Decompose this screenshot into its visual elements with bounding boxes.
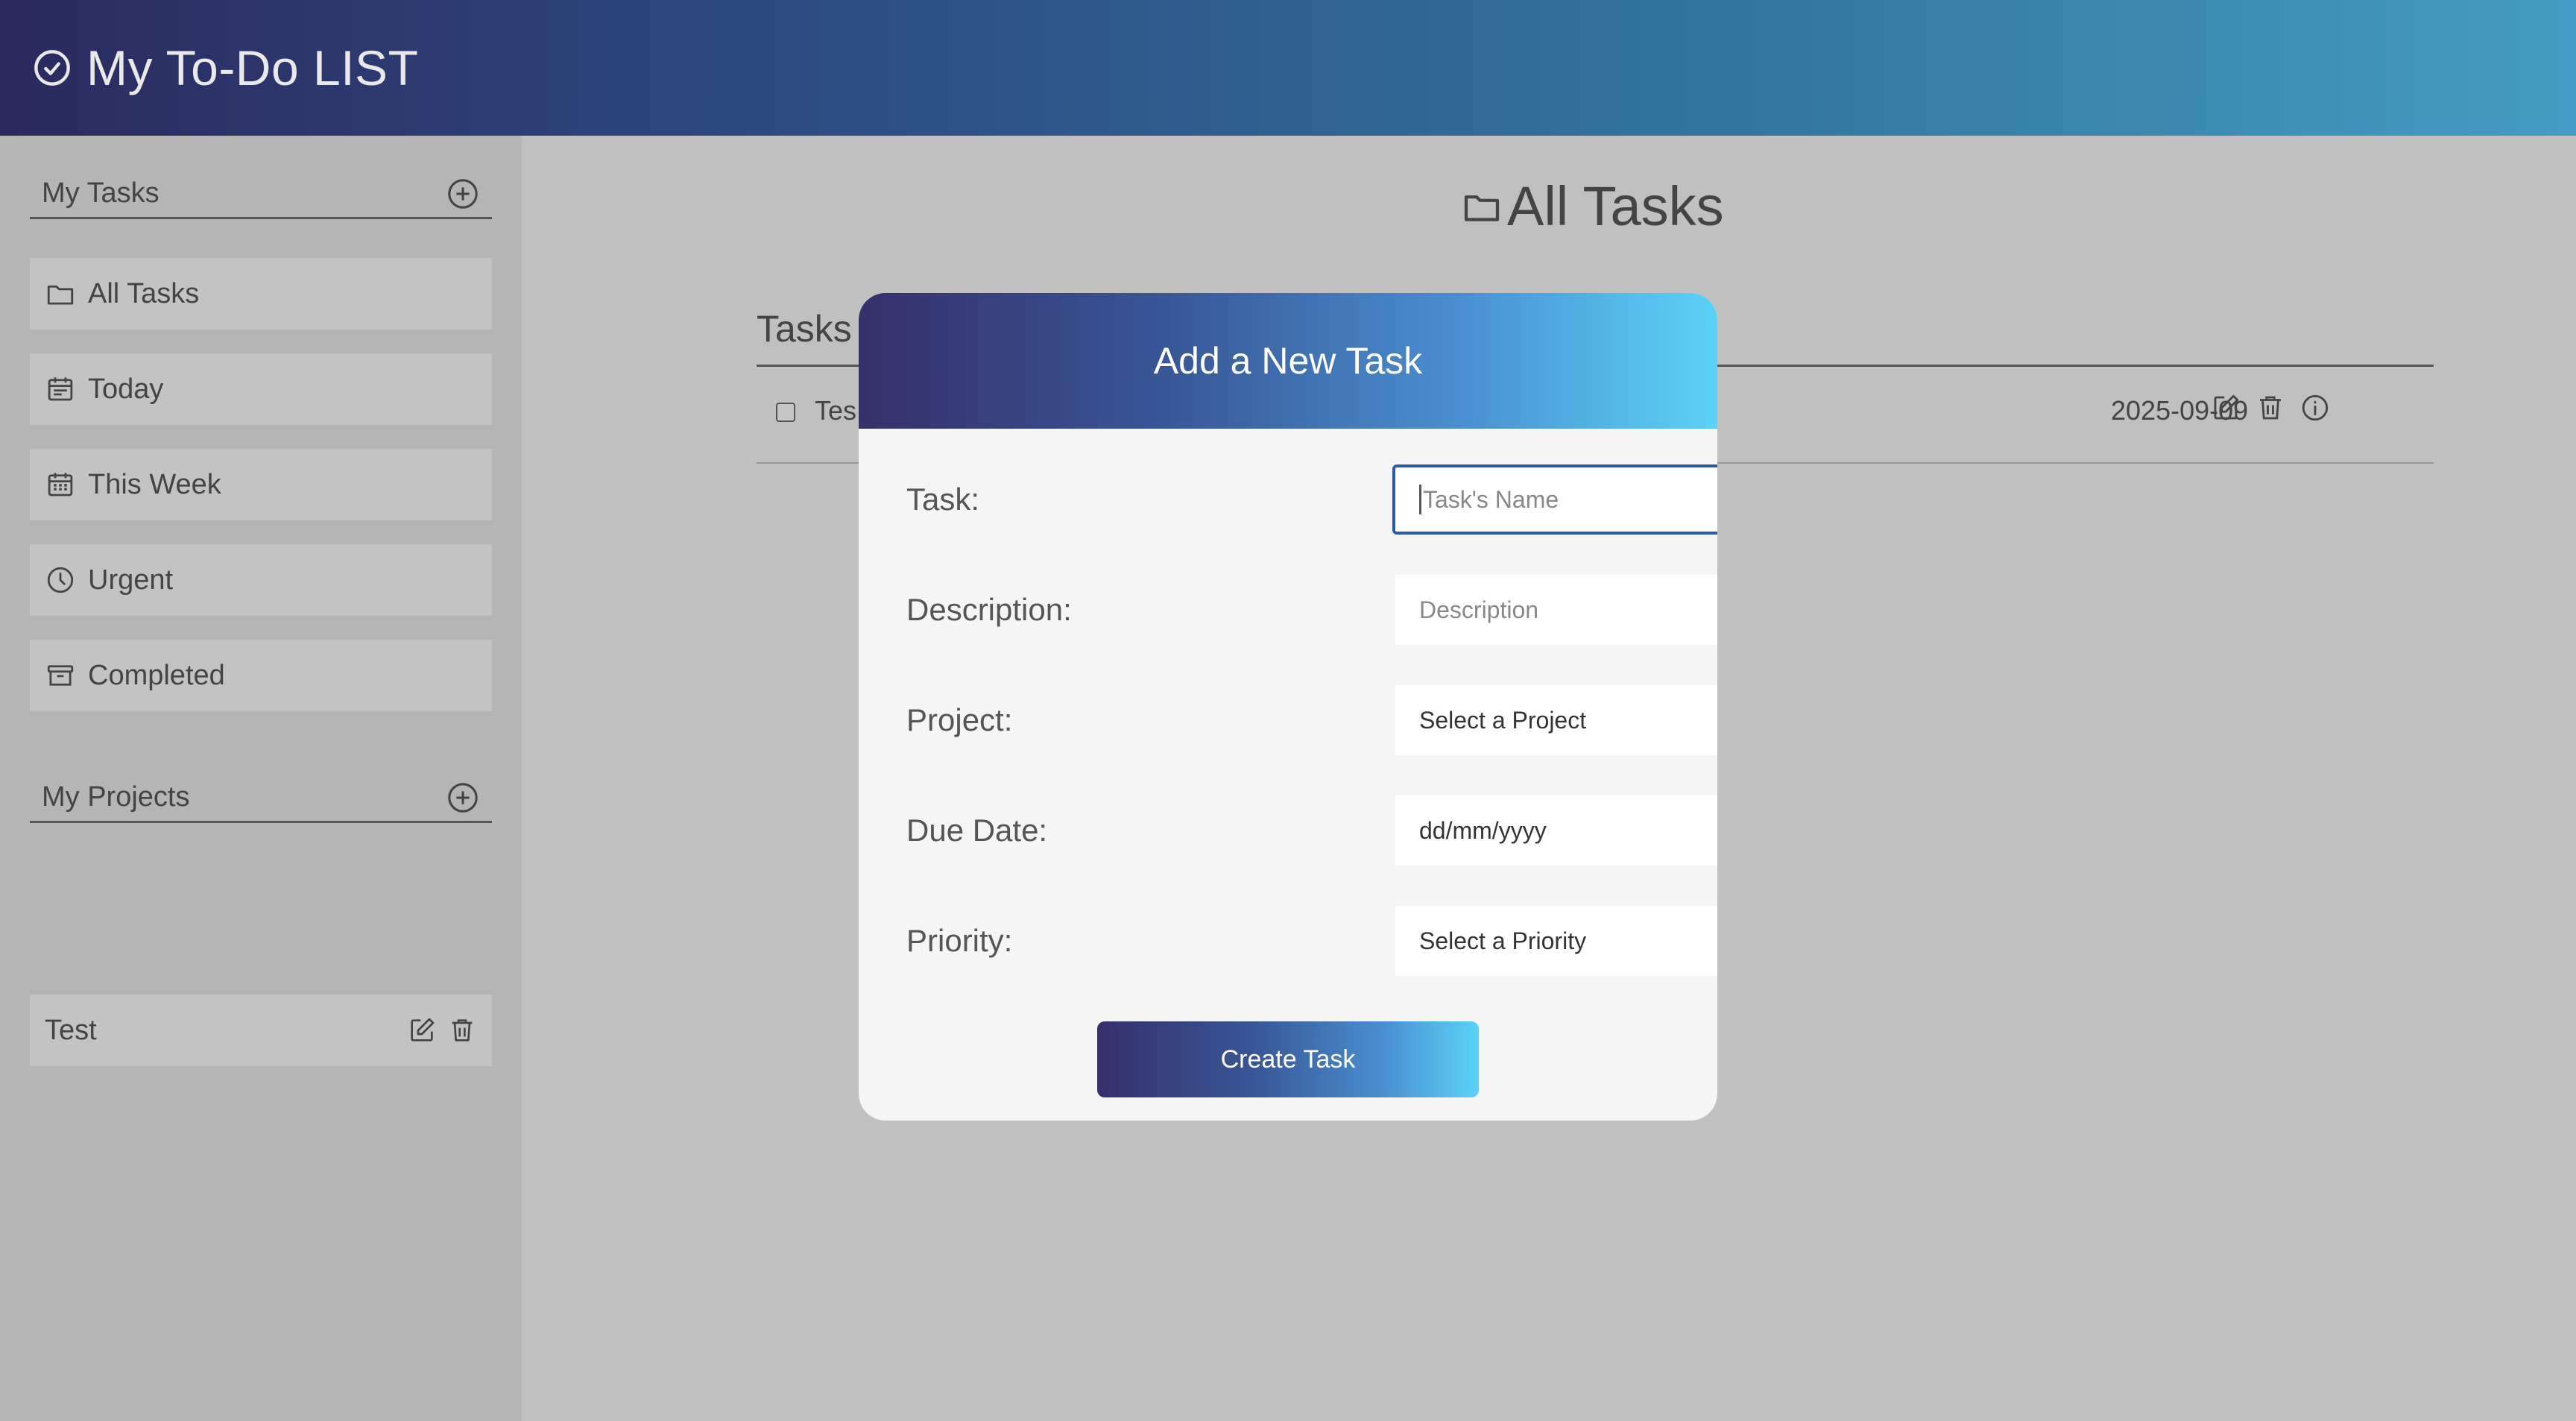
task-label: Task: <box>906 482 980 517</box>
sidebar-item-label: Urgent <box>88 564 174 596</box>
sidebar-item-label: All Tasks <box>88 277 200 309</box>
my-projects-label: My Projects <box>42 781 190 813</box>
tasks-heading-text: Tasks <box>757 308 852 350</box>
due-date-input[interactable]: dd/mm/yyyy <box>1395 795 1717 866</box>
sidebar-item-label: This Week <box>88 468 221 500</box>
sidebar-item-urgent[interactable]: Urgent <box>30 544 492 616</box>
sidebar-item-label: Completed <box>88 659 225 691</box>
project-actions <box>407 1015 477 1045</box>
trash-icon[interactable] <box>2255 392 2286 423</box>
project-label: Project: <box>906 702 1013 737</box>
calendar-week-icon <box>48 473 73 497</box>
modal-title: Add a New Task <box>1153 340 1423 382</box>
trash-icon[interactable] <box>447 1015 477 1045</box>
text-caret <box>1419 485 1421 514</box>
project-select[interactable]: Select a Project <box>1395 685 1717 755</box>
check-circle-icon <box>34 50 70 86</box>
page-title: All Tasks <box>1461 174 1724 238</box>
sidebar-item-this-week[interactable]: This Week <box>30 449 492 520</box>
my-projects-header: My Projects <box>30 774 492 823</box>
clock-icon <box>47 567 74 593</box>
due-date-label: Due Date: <box>906 813 1048 848</box>
due-date-value: dd/mm/yyyy <box>1419 816 1547 844</box>
page-title-text: All Tasks <box>1507 175 1724 237</box>
archive-icon <box>47 665 74 686</box>
due-date-row: Due Date: dd/mm/yyyy <box>906 795 1717 866</box>
priority-row: Priority: Select a Priority <box>906 906 1717 976</box>
folder-icon <box>1464 195 1500 221</box>
folder-icon <box>47 285 74 305</box>
task-row-field: Task: Task's Name <box>906 464 1717 535</box>
sidebar-item-label: Today <box>88 373 164 405</box>
description-input[interactable]: Description <box>1395 575 1717 645</box>
description-row: Description: Description <box>906 575 1717 645</box>
task-name: Tes <box>815 395 857 426</box>
task-checkbox[interactable] <box>776 403 795 422</box>
app-header: My To-Do LIST <box>0 0 2576 136</box>
create-task-button[interactable]: Create Task <box>1097 1021 1479 1097</box>
my-tasks-header: My Tasks <box>30 170 492 219</box>
add-task-icon[interactable] <box>446 177 480 211</box>
app-title: My To-Do LIST <box>86 40 419 95</box>
info-icon[interactable] <box>2299 392 2331 423</box>
add-project-icon[interactable] <box>446 781 480 815</box>
sidebar-item-all-tasks[interactable]: All Tasks <box>30 258 492 330</box>
modal-header: Add a New Task <box>859 293 1717 429</box>
task-actions <box>2210 392 2331 423</box>
task-name-placeholder: Task's Name <box>1423 485 1559 513</box>
sidebar-item-completed[interactable]: Completed <box>30 640 492 711</box>
sidebar: My Tasks All Tasks Today This Week Urgen… <box>0 136 522 1421</box>
sidebar-item-today[interactable]: Today <box>30 353 492 425</box>
task-name-input[interactable]: Task's Name <box>1392 464 1717 535</box>
add-task-modal: Add a New Task Task: Task's Name Descrip… <box>859 293 1717 1121</box>
project-select-value: Select a Project <box>1419 706 1587 734</box>
project-label: Test <box>45 1014 97 1046</box>
edit-icon[interactable] <box>407 1015 437 1045</box>
calendar-icon <box>48 377 73 401</box>
priority-select[interactable]: Select a Priority <box>1395 906 1717 976</box>
project-item-test[interactable]: Test <box>30 995 492 1066</box>
description-label: Description: <box>906 592 1072 627</box>
priority-select-value: Select a Priority <box>1419 927 1587 954</box>
edit-icon[interactable] <box>2210 392 2241 423</box>
my-tasks-label: My Tasks <box>42 177 160 209</box>
description-placeholder: Description <box>1419 596 1539 623</box>
project-row: Project: Select a Project <box>906 685 1717 755</box>
priority-label: Priority: <box>906 923 1013 958</box>
